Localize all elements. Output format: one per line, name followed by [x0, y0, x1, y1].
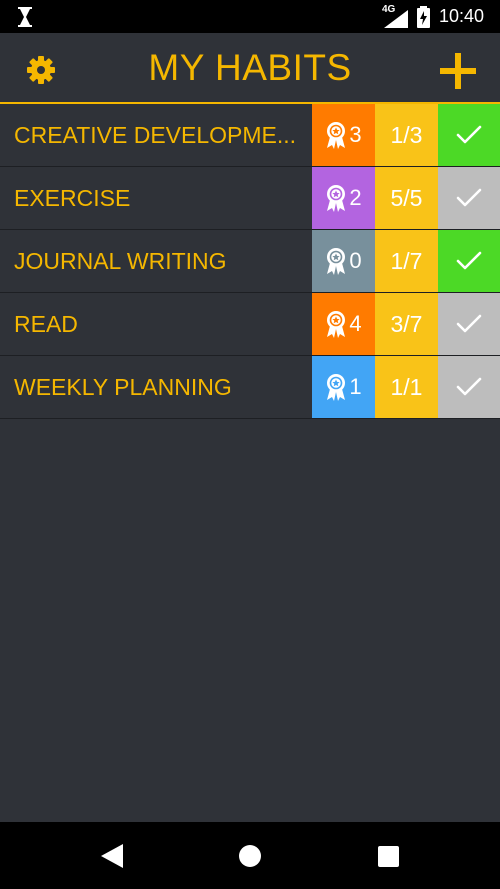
clock: 10:40 [439, 6, 485, 26]
award-ribbon-icon [327, 185, 346, 212]
award-count: 4 [349, 311, 362, 336]
checkmark-icon [456, 314, 482, 333]
checkmark-icon [456, 188, 482, 207]
habit-row[interactable]: READ 4 3/7 [0, 293, 500, 356]
plus-icon[interactable] [440, 53, 476, 89]
habit-row[interactable]: WEEKLY PLANNING 1 1/1 [0, 356, 500, 419]
award-badge: 0 [312, 230, 375, 292]
award-ribbon-icon [327, 374, 346, 401]
award-count: 0 [349, 248, 362, 273]
battery-charging-icon [417, 6, 430, 28]
progress-counter: 1/7 [375, 230, 438, 292]
award-ribbon-icon [327, 122, 346, 149]
habit-row[interactable]: JOURNAL WRITING 0 1/7 [0, 230, 500, 293]
award-ribbon-icon [327, 248, 346, 275]
habit-name[interactable]: CREATIVE DEVELOPME... [14, 104, 299, 167]
app-bar: MY HABITS [0, 33, 500, 104]
complete-toggle-button[interactable] [438, 104, 500, 166]
home-circle-icon[interactable] [239, 845, 261, 867]
habit-name[interactable]: READ [14, 293, 299, 356]
progress-counter: 1/1 [375, 356, 438, 418]
checkmark-icon [456, 377, 482, 396]
progress-counter: 5/5 [375, 167, 438, 229]
navigation-bar [0, 822, 500, 889]
recents-square-icon[interactable] [378, 846, 399, 867]
complete-toggle-button[interactable] [438, 230, 500, 292]
habit-row[interactable]: EXERCISE 2 5/5 [0, 167, 500, 230]
award-count: 2 [349, 185, 362, 210]
habit-name[interactable]: JOURNAL WRITING [14, 230, 299, 293]
award-ribbon-icon [327, 311, 346, 338]
award-badge: 2 [312, 167, 375, 229]
complete-toggle-button[interactable] [438, 167, 500, 229]
complete-toggle-button[interactable] [438, 356, 500, 418]
habit-row[interactable]: CREATIVE DEVELOPME... 3 1/3 [0, 104, 500, 167]
complete-toggle-button[interactable] [438, 293, 500, 355]
page-title: MY HABITS [148, 47, 352, 88]
checkmark-icon [456, 125, 482, 144]
signal-icon [384, 10, 408, 28]
award-badge: 3 [312, 104, 375, 166]
habit-list: CREATIVE DEVELOPME... 3 1/3 EXERCISE 2 5/5 JOU… [0, 104, 500, 419]
progress-counter: 1/3 [375, 104, 438, 166]
status-bar: 4G 10:40 [0, 0, 500, 33]
award-count: 3 [349, 122, 362, 147]
hourglass-icon [18, 7, 32, 27]
progress-counter: 3/7 [375, 293, 438, 355]
habit-name[interactable]: EXERCISE [14, 167, 299, 230]
award-badge: 4 [312, 293, 375, 355]
habit-name[interactable]: WEEKLY PLANNING [14, 356, 299, 419]
award-count: 1 [349, 374, 362, 399]
award-badge: 1 [312, 356, 375, 418]
checkmark-icon [456, 251, 482, 270]
back-triangle-icon[interactable] [101, 844, 123, 868]
